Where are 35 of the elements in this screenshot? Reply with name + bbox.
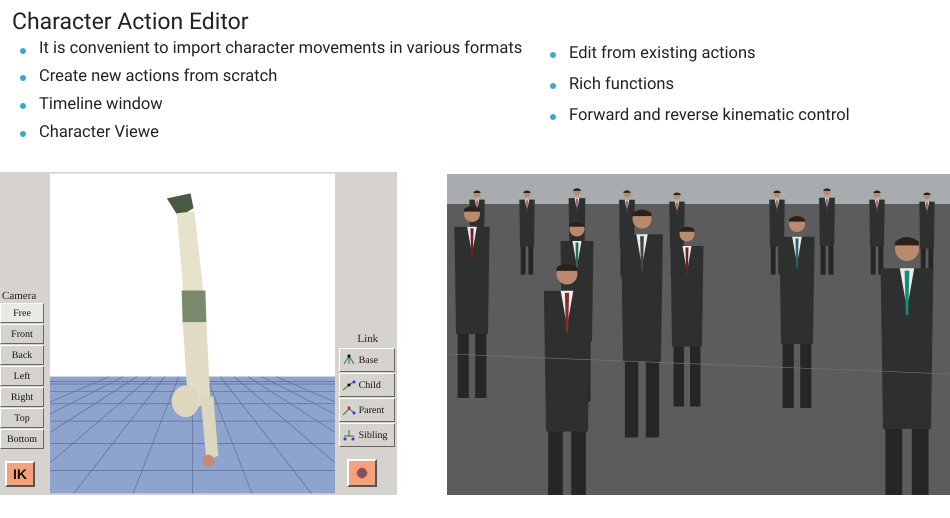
bullet-text: Edit from existing actions [569,44,756,63]
camera-button[interactable]: Left [0,366,44,386]
link-button[interactable]: Child [338,373,395,397]
bullet-icon [550,52,556,58]
camera-button[interactable]: Free [0,303,44,323]
camera-button[interactable]: Right [0,387,44,407]
bullet-text: Create new actions from scratch [39,67,278,86]
camera-button[interactable]: Bottom [0,429,44,449]
target-icon [354,467,369,479]
group-label: Camera [1,290,38,302]
tree-icon [342,354,356,366]
link-button[interactable]: Sibling [338,423,395,447]
camera-button[interactable]: Top [0,408,44,428]
link-icon [342,404,356,416]
bullet-text: Rich functions [569,75,674,94]
bullet-text: Forward and reverse kinematic control [569,106,850,125]
bullet-icon [20,48,26,54]
camera-button[interactable]: Back [0,345,44,365]
slide-title: Character Action Editor [12,8,250,36]
bullet-icon [20,103,26,109]
bullet-icon [550,83,556,89]
link-button[interactable]: Parent [338,398,395,422]
bullet-icon [20,75,26,81]
ik-button[interactable]: IK [5,461,35,487]
group-label: Link [356,333,380,345]
tree-icon [342,429,356,441]
link-icon [342,379,356,391]
target-button[interactable] [346,459,377,487]
camera-button[interactable]: Front [0,324,44,344]
bullet-icon [550,114,556,120]
link-button[interactable]: Base [338,348,395,372]
bullet-text: Timeline window [39,95,163,114]
bullet-text: It is convenient to import character movements in various formats [39,40,522,58]
bullet-icon [20,131,26,137]
bullet-text: Character Viewe [39,123,159,142]
